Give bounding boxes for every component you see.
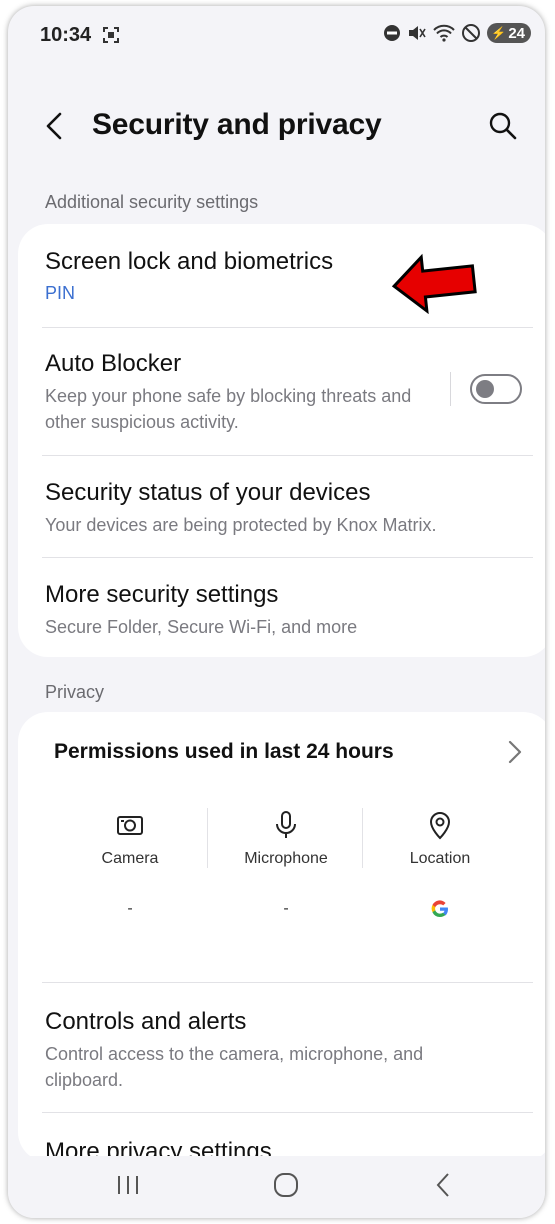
screen-lock-subtitle: PIN — [45, 283, 76, 303]
permissions-header: Permissions used in last 24 hours — [54, 740, 394, 763]
back-button[interactable] — [38, 108, 70, 144]
charging-icon: ⚡ — [491, 26, 507, 40]
permission-value — [365, 898, 515, 920]
screen-lock-title: Screen lock and biometrics — [45, 248, 334, 275]
location-icon — [429, 812, 451, 840]
more-privacy-row[interactable]: More privacy settings — [18, 1113, 545, 1162]
recent-apps-icon[interactable] — [110, 1170, 146, 1200]
more-security-title: More security settings — [45, 581, 279, 608]
toggle-knob — [476, 380, 494, 398]
no-signal-icon — [462, 24, 481, 42]
battery-level: 24 — [508, 24, 525, 42]
privacy-card: Permissions used in last 24 hours Camera… — [18, 712, 545, 1162]
auto-blocker-toggle[interactable] — [470, 374, 522, 404]
home-icon[interactable] — [268, 1170, 304, 1200]
permission-value: - — [127, 900, 133, 917]
microphone-icon — [276, 811, 296, 838]
status-time: 10:34 — [40, 24, 92, 46]
security-status-title: Security status of your devices — [45, 479, 371, 506]
mute-icon — [409, 26, 427, 40]
controls-alerts-row[interactable]: Controls and alerts Control access to th… — [18, 983, 545, 1113]
permission-camera[interactable]: Camera - — [55, 810, 205, 920]
camera-icon — [117, 816, 143, 835]
navigation-bar — [8, 1156, 545, 1218]
battery-indicator: ⚡ 24 — [487, 23, 531, 43]
back-nav-icon[interactable] — [426, 1170, 462, 1200]
permission-microphone[interactable]: Microphone - — [211, 810, 361, 920]
red-arrow-annotation-icon — [391, 253, 477, 314]
status-bar: 10:34 ⚡ 24 — [8, 6, 545, 66]
wifi-icon — [433, 24, 456, 42]
status-icons: ⚡ 24 — [383, 23, 531, 43]
permission-label: Location — [409, 850, 471, 867]
controls-alerts-subtitle: Control access to the camera, microphone… — [45, 1044, 424, 1090]
section-label-privacy: Privacy — [45, 682, 105, 702]
permission-location[interactable]: Location — [365, 810, 515, 920]
permissions-header-row[interactable]: Permissions used in last 24 hours — [18, 712, 545, 792]
more-security-subtitle: Secure Folder, Secure Wi-Fi, and more — [45, 617, 358, 637]
security-status-subtitle: Your devices are being protected by Knox… — [45, 515, 437, 535]
toggle-separator — [450, 372, 451, 406]
permission-label: Camera — [101, 850, 159, 867]
do-not-disturb-icon — [384, 25, 401, 41]
auto-blocker-row[interactable]: Auto Blocker Keep your phone safe by blo… — [18, 328, 545, 454]
search-icon[interactable] — [487, 110, 519, 142]
more-security-row[interactable]: More security settings Secure Folder, Se… — [18, 558, 545, 657]
screenshot-icon — [103, 27, 119, 43]
auto-blocker-subtitle: Keep your phone safe by blocking threats… — [45, 386, 412, 432]
page-title: Security and privacy — [92, 108, 382, 141]
column-separator — [362, 808, 363, 868]
google-icon — [431, 900, 448, 918]
chevron-right-icon — [508, 740, 522, 764]
auto-blocker-title: Auto Blocker — [45, 350, 182, 377]
security-status-row[interactable]: Security status of your devices Your dev… — [18, 456, 545, 556]
section-label-additional-security: Additional security settings — [45, 192, 259, 212]
app-header: Security and privacy — [8, 100, 545, 152]
column-separator — [207, 808, 208, 868]
phone-screen: 10:34 ⚡ 24 Security and privacy Addition… — [8, 6, 545, 1218]
permission-value: - — [283, 900, 289, 917]
controls-alerts-title: Controls and alerts — [45, 1008, 247, 1035]
permission-label: Microphone — [244, 850, 328, 867]
